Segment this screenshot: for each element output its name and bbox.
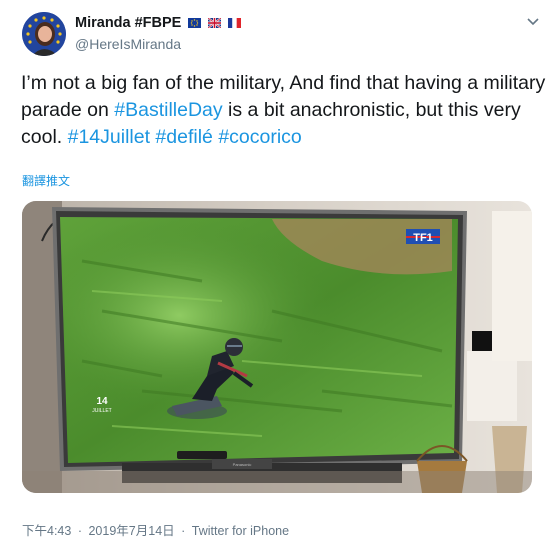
translate-tweet-link[interactable]: 翻譯推文 — [22, 172, 70, 189]
eu-flag-icon — [188, 18, 202, 28]
display-name[interactable]: Miranda #FBPE — [75, 15, 181, 31]
hashtag-link[interactable]: #cocorico — [218, 126, 301, 148]
avatar[interactable] — [22, 12, 66, 56]
more-options-chevron-down-icon[interactable] — [524, 13, 542, 31]
tweet-text: I’m not a big fan of the military, And f… — [21, 70, 551, 151]
uk-flag-icon — [208, 18, 222, 28]
date-overlay-number: 14 — [96, 396, 108, 407]
tf1-logo: TF1 — [406, 229, 440, 244]
separator: · — [77, 524, 82, 538]
separator: · — [181, 524, 186, 538]
tweet-time[interactable]: 下午4:43 — [22, 524, 71, 538]
author-name-row[interactable]: Miranda #FBPE — [75, 15, 242, 31]
fr-flag-icon — [228, 18, 242, 28]
tv-channel-label: TF1 — [413, 232, 433, 244]
hashtag-link[interactable]: #BastilleDay — [114, 99, 222, 121]
tweet-source[interactable]: Twitter for iPhone — [192, 524, 289, 538]
hashtag-link[interactable]: #14Juillet — [68, 126, 150, 148]
date-overlay-month: JUILLET — [92, 408, 111, 414]
tv-brand: Panasonic — [233, 462, 252, 467]
tweet-media-video[interactable]: TF1 14 JUILLET Panasonic — [22, 201, 532, 493]
tweet-card: Miranda #FBPE @HereIsMiranda I’m not a b… — [0, 0, 557, 544]
tweet-date[interactable]: 2019年7月14日 — [88, 524, 174, 538]
user-handle[interactable]: @HereIsMiranda — [75, 36, 181, 52]
tweet-timestamp[interactable]: 下午4:43 · 2019年7月14日 · Twitter for iPhone — [22, 520, 289, 539]
hashtag-link[interactable]: #defilé — [155, 126, 212, 148]
